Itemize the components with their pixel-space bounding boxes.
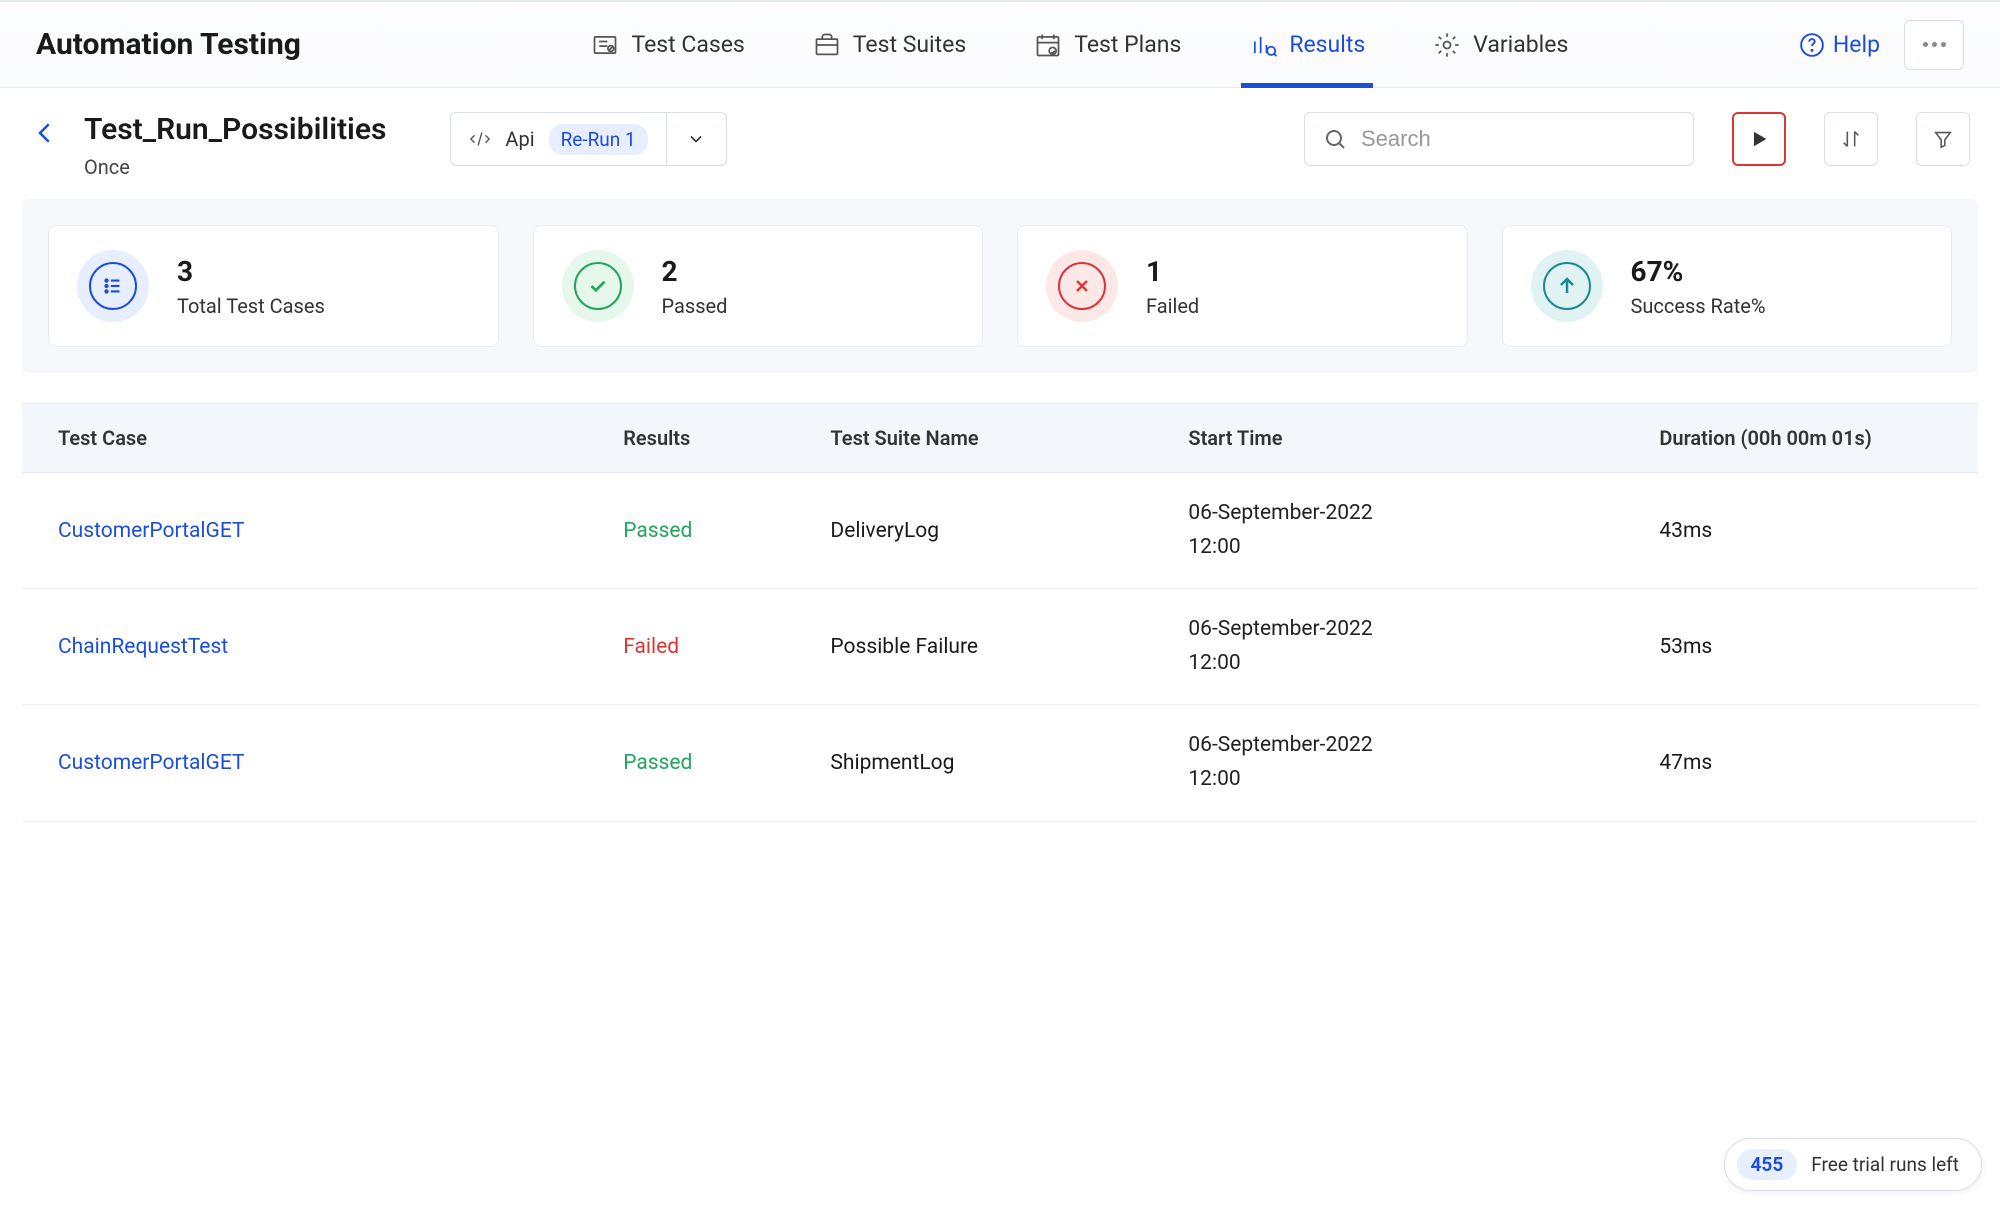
- variables-icon: [1433, 31, 1461, 59]
- search-icon: [1323, 127, 1347, 151]
- more-menu-button[interactable]: [1904, 20, 1964, 70]
- duration: 53ms: [1659, 635, 1942, 659]
- test-case-link[interactable]: CustomerPortalGET: [58, 751, 245, 775]
- test-cases-icon: [591, 31, 619, 59]
- table-row: CustomerPortalGET Passed ShipmentLog 06-…: [22, 705, 1978, 821]
- trial-text: Free trial runs left: [1811, 1153, 1959, 1176]
- header-start[interactable]: Start Time: [1188, 426, 1659, 450]
- chevron-down-icon: [686, 129, 706, 149]
- results-icon: [1249, 31, 1277, 59]
- table-header: Test Case Results Test Suite Name Start …: [22, 403, 1978, 473]
- header-duration[interactable]: Duration (00h 00m 01s): [1659, 426, 1942, 450]
- api-badge-box[interactable]: Api Re-Run 1: [450, 112, 666, 166]
- stat-label: Failed: [1146, 294, 1199, 318]
- api-text: Api: [505, 127, 534, 151]
- total-icon-wrap: [77, 250, 149, 322]
- help-label: Help: [1833, 31, 1880, 58]
- search-input[interactable]: [1361, 126, 1675, 152]
- start-time: 06-September-202212:00: [1188, 497, 1659, 564]
- duration: 43ms: [1659, 519, 1942, 543]
- stat-value: 67%: [1631, 255, 1766, 288]
- failed-icon-wrap: [1046, 250, 1118, 322]
- tab-label: Results: [1289, 31, 1365, 58]
- app-title: Automation Testing: [36, 27, 301, 62]
- duration: 47ms: [1659, 751, 1942, 775]
- table-row: ChainRequestTest Failed Possible Failure…: [22, 589, 1978, 705]
- filter-button[interactable]: [1916, 112, 1970, 166]
- run-selector: Api Re-Run 1: [450, 112, 726, 166]
- help-link[interactable]: Help: [1799, 31, 1880, 58]
- sort-icon: [1840, 128, 1862, 150]
- play-icon: [1748, 128, 1770, 150]
- test-suites-icon: [813, 31, 841, 59]
- stat-label: Total Test Cases: [177, 294, 325, 318]
- arrow-up-icon: [1543, 262, 1591, 310]
- tab-label: Test Suites: [853, 31, 966, 58]
- tab-label: Test Cases: [631, 31, 744, 58]
- tab-results[interactable]: Results: [1241, 3, 1373, 87]
- trial-count: 455: [1737, 1149, 1798, 1180]
- back-button[interactable]: [30, 118, 60, 148]
- sub-header: Test_Run_Possibilities Once Api Re-Run 1: [0, 88, 2000, 199]
- filter-icon: [1932, 128, 1954, 150]
- top-navigation: Automation Testing Test Cases Test Suite…: [0, 0, 2000, 88]
- result-status: Passed: [623, 519, 692, 543]
- tab-variables[interactable]: Variables: [1425, 3, 1576, 87]
- start-time: 06-September-202212:00: [1188, 729, 1659, 796]
- stat-value: 2: [662, 255, 728, 288]
- run-button[interactable]: [1732, 112, 1786, 166]
- nav-tabs: Test Cases Test Suites Test Plans Result…: [361, 3, 1799, 87]
- header-results[interactable]: Results: [623, 426, 830, 450]
- run-subtitle: Once: [84, 155, 386, 179]
- tab-label: Variables: [1473, 31, 1568, 58]
- header-suite[interactable]: Test Suite Name: [830, 426, 1188, 450]
- result-status: Passed: [623, 751, 692, 775]
- run-title: Test_Run_Possibilities: [84, 112, 386, 147]
- stat-total: 3 Total Test Cases: [48, 225, 499, 347]
- rerun-badge: Re-Run 1: [549, 124, 648, 155]
- stats-row: 3 Total Test Cases 2 Passed 1 Failed: [22, 199, 1978, 373]
- help-icon: [1799, 32, 1825, 58]
- run-dropdown-button[interactable]: [667, 112, 727, 166]
- stat-value: 1: [1146, 255, 1199, 288]
- stat-value: 3: [177, 255, 325, 288]
- suite-name: ShipmentLog: [830, 751, 1188, 775]
- sort-button[interactable]: [1824, 112, 1878, 166]
- tab-test-plans[interactable]: Test Plans: [1026, 3, 1189, 87]
- stat-passed: 2 Passed: [533, 225, 984, 347]
- test-case-link[interactable]: CustomerPortalGET: [58, 519, 245, 543]
- result-status: Failed: [623, 635, 679, 659]
- start-time: 06-September-202212:00: [1188, 613, 1659, 680]
- check-icon: [574, 262, 622, 310]
- stat-failed: 1 Failed: [1017, 225, 1468, 347]
- suite-name: DeliveryLog: [830, 519, 1188, 543]
- rate-icon-wrap: [1531, 250, 1603, 322]
- suite-name: Possible Failure: [830, 635, 1188, 659]
- stat-label: Passed: [662, 294, 728, 318]
- test-plans-icon: [1034, 31, 1062, 59]
- table-body: CustomerPortalGET Passed DeliveryLog 06-…: [22, 473, 1978, 822]
- search-box[interactable]: [1304, 112, 1694, 166]
- list-icon: [89, 262, 137, 310]
- header-test-case[interactable]: Test Case: [58, 426, 623, 450]
- x-icon: [1058, 262, 1106, 310]
- stat-label: Success Rate%: [1631, 294, 1766, 318]
- tab-test-cases[interactable]: Test Cases: [583, 3, 752, 87]
- run-title-block: Test_Run_Possibilities Once: [84, 112, 386, 179]
- passed-icon-wrap: [562, 250, 634, 322]
- table-row: CustomerPortalGET Passed DeliveryLog 06-…: [22, 473, 1978, 589]
- tab-test-suites[interactable]: Test Suites: [805, 3, 974, 87]
- api-icon: [469, 128, 491, 150]
- trial-badge[interactable]: 455 Free trial runs left: [1724, 1138, 1982, 1191]
- test-case-link[interactable]: ChainRequestTest: [58, 635, 228, 659]
- more-dots-icon: [1923, 42, 1946, 47]
- stat-rate: 67% Success Rate%: [1502, 225, 1953, 347]
- tab-label: Test Plans: [1074, 31, 1181, 58]
- results-table: Test Case Results Test Suite Name Start …: [22, 403, 1978, 822]
- nav-right: Help: [1799, 20, 1964, 70]
